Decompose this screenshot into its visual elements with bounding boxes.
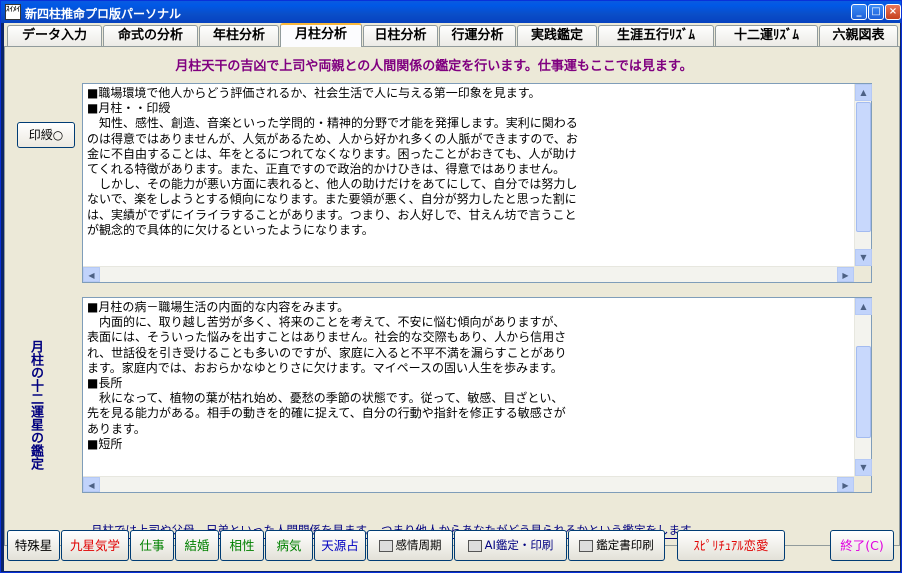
illness-button[interactable]: 病気 [265,530,313,561]
work-label: 仕事 [139,538,165,553]
first-impression-text: ■職場環境で他人からどう評価されるか、社会生活で人に与える第一印象を見ます。 ■… [87,86,578,237]
printer-icon [579,539,594,552]
report-print-button[interactable]: 鑑定書印刷 [568,530,665,561]
tab-year-pillar[interactable]: 年柱分析 [199,25,279,46]
vertical-scrollbar[interactable]: ▲ ▼ [854,84,872,266]
horizontal-scrollbar[interactable]: ◀ ▶ [83,266,854,282]
scroll-down-arrow-icon[interactable]: ▼ [855,459,872,476]
tab-month-pillar[interactable]: 月柱分析 [280,23,362,47]
maximize-button[interactable]: □ [868,4,884,20]
spiritual-love-label: ｽﾋﾟﾘﾁｭｱﾙ恋愛 [693,538,769,553]
close-button[interactable]: × [885,4,901,20]
marriage-label: 結婚 [184,538,210,553]
nine-star-label: 九星気学 [69,538,120,553]
tab-six-relations[interactable]: 六親図表 [819,25,898,46]
scroll-corner [854,476,871,492]
tab-strip: データ入力 命式の分析 年柱分析 月柱分析 日柱分析 行運分析 実践鑑定 生涯五… [4,23,900,47]
nine-star-button[interactable]: 九星気学 [61,530,129,561]
horizontal-scrollbar[interactable]: ◀ ▶ [83,476,854,492]
exit-label: 終了(C) [840,538,884,553]
tab-meishiki[interactable]: 命式の分析 [103,25,198,46]
illness-label: 病気 [276,538,302,553]
printer-icon [467,539,482,552]
tengen-label: 天源占 [321,538,359,553]
special-star-button[interactable]: 特殊星 [7,530,60,561]
first-impression-textbox[interactable]: ■職場環境で他人からどう評価されるか、社会生活で人に与える第一印象を見ます。 ■… [82,83,872,283]
compatibility-button[interactable]: 相性 [220,530,264,561]
tab-practice[interactable]: 実践鑑定 [517,25,597,46]
scroll-right-arrow-icon[interactable]: ▶ [837,267,854,282]
special-star-label: 特殊星 [14,538,53,553]
ai-print-button[interactable]: AI鑑定・印刷 [454,530,567,561]
minimize-button[interactable]: _ [851,4,867,20]
title-bar[interactable]: ｽｲﾒｲ 新四柱推命プロ版パーソナル _ □ × [1,1,901,23]
app-window: ｽｲﾒｲ 新四柱推命プロ版パーソナル _ □ × データ入力 命式の分析 年柱分… [0,0,902,573]
twelve-stars-textbox[interactable]: ■月柱の病－職場生活の内面的な内容をみます。 内面的に、取り越し苦労が多く、将来… [82,297,872,493]
tab-twelve-rhythm[interactable]: 十二運ﾘｽﾞﾑ [715,25,818,46]
app-icon: ｽｲﾒｲ [5,4,21,20]
spiritual-love-button[interactable]: ｽﾋﾟﾘﾁｭｱﾙ恋愛 [677,530,785,561]
scroll-right-arrow-icon[interactable]: ▶ [837,477,854,492]
report-print-label: 鑑定書印刷 [596,538,654,552]
marriage-button[interactable]: 結婚 [175,530,219,561]
vertical-scrollbar[interactable]: ▲ ▼ [854,298,872,476]
panel-heading: 月柱天干の吉凶で上司や両親との人間関係の鑑定を行います。仕事運もここでは見ます。 [175,59,693,74]
tab-day-pillar[interactable]: 日柱分析 [363,25,438,46]
calendar-icon [378,539,393,552]
twelve-stars-text: ■月柱の病－職場生活の内面的な内容をみます。 内面的に、取り越し苦労が多く、将来… [87,300,567,451]
print-seal-button[interactable]: 印綬○ [17,122,75,148]
tengen-button[interactable]: 天源占 [314,530,366,561]
scroll-thumb[interactable] [856,346,871,438]
emotion-cycle-button[interactable]: 感情周期 [367,530,453,561]
scroll-left-arrow-icon[interactable]: ◀ [83,267,100,282]
tab-luck[interactable]: 行運分析 [439,25,516,46]
scroll-up-arrow-icon[interactable]: ▲ [855,298,872,315]
work-button[interactable]: 仕事 [130,530,174,561]
exit-button[interactable]: 終了(C) [830,530,894,561]
client-area: データ入力 命式の分析 年柱分析 月柱分析 日柱分析 行運分析 実践鑑定 生涯五… [4,23,900,571]
ai-print-label: AI鑑定・印刷 [484,538,554,552]
compatibility-label: 相性 [229,538,255,553]
scroll-up-arrow-icon[interactable]: ▲ [855,84,872,101]
scroll-left-arrow-icon[interactable]: ◀ [83,477,100,492]
window-title: 新四柱推命プロ版パーソナル [25,7,182,21]
tab-panel: 月柱天干の吉凶で上司や両親との人間関係の鑑定を行います。仕事運もここでは見ます。… [4,46,900,546]
scroll-thumb[interactable] [856,102,871,232]
tab-data-input[interactable]: データ入力 [7,25,102,46]
emotion-cycle-label: 感情周期 [395,538,442,552]
tab-five-elements-rhythm[interactable]: 生涯五行ﾘｽﾞﾑ [598,25,714,46]
twelve-stars-vertical-label: 月柱の十二運星の鑑定 [28,340,43,470]
scroll-corner [854,266,871,282]
scroll-down-arrow-icon[interactable]: ▼ [855,249,872,266]
